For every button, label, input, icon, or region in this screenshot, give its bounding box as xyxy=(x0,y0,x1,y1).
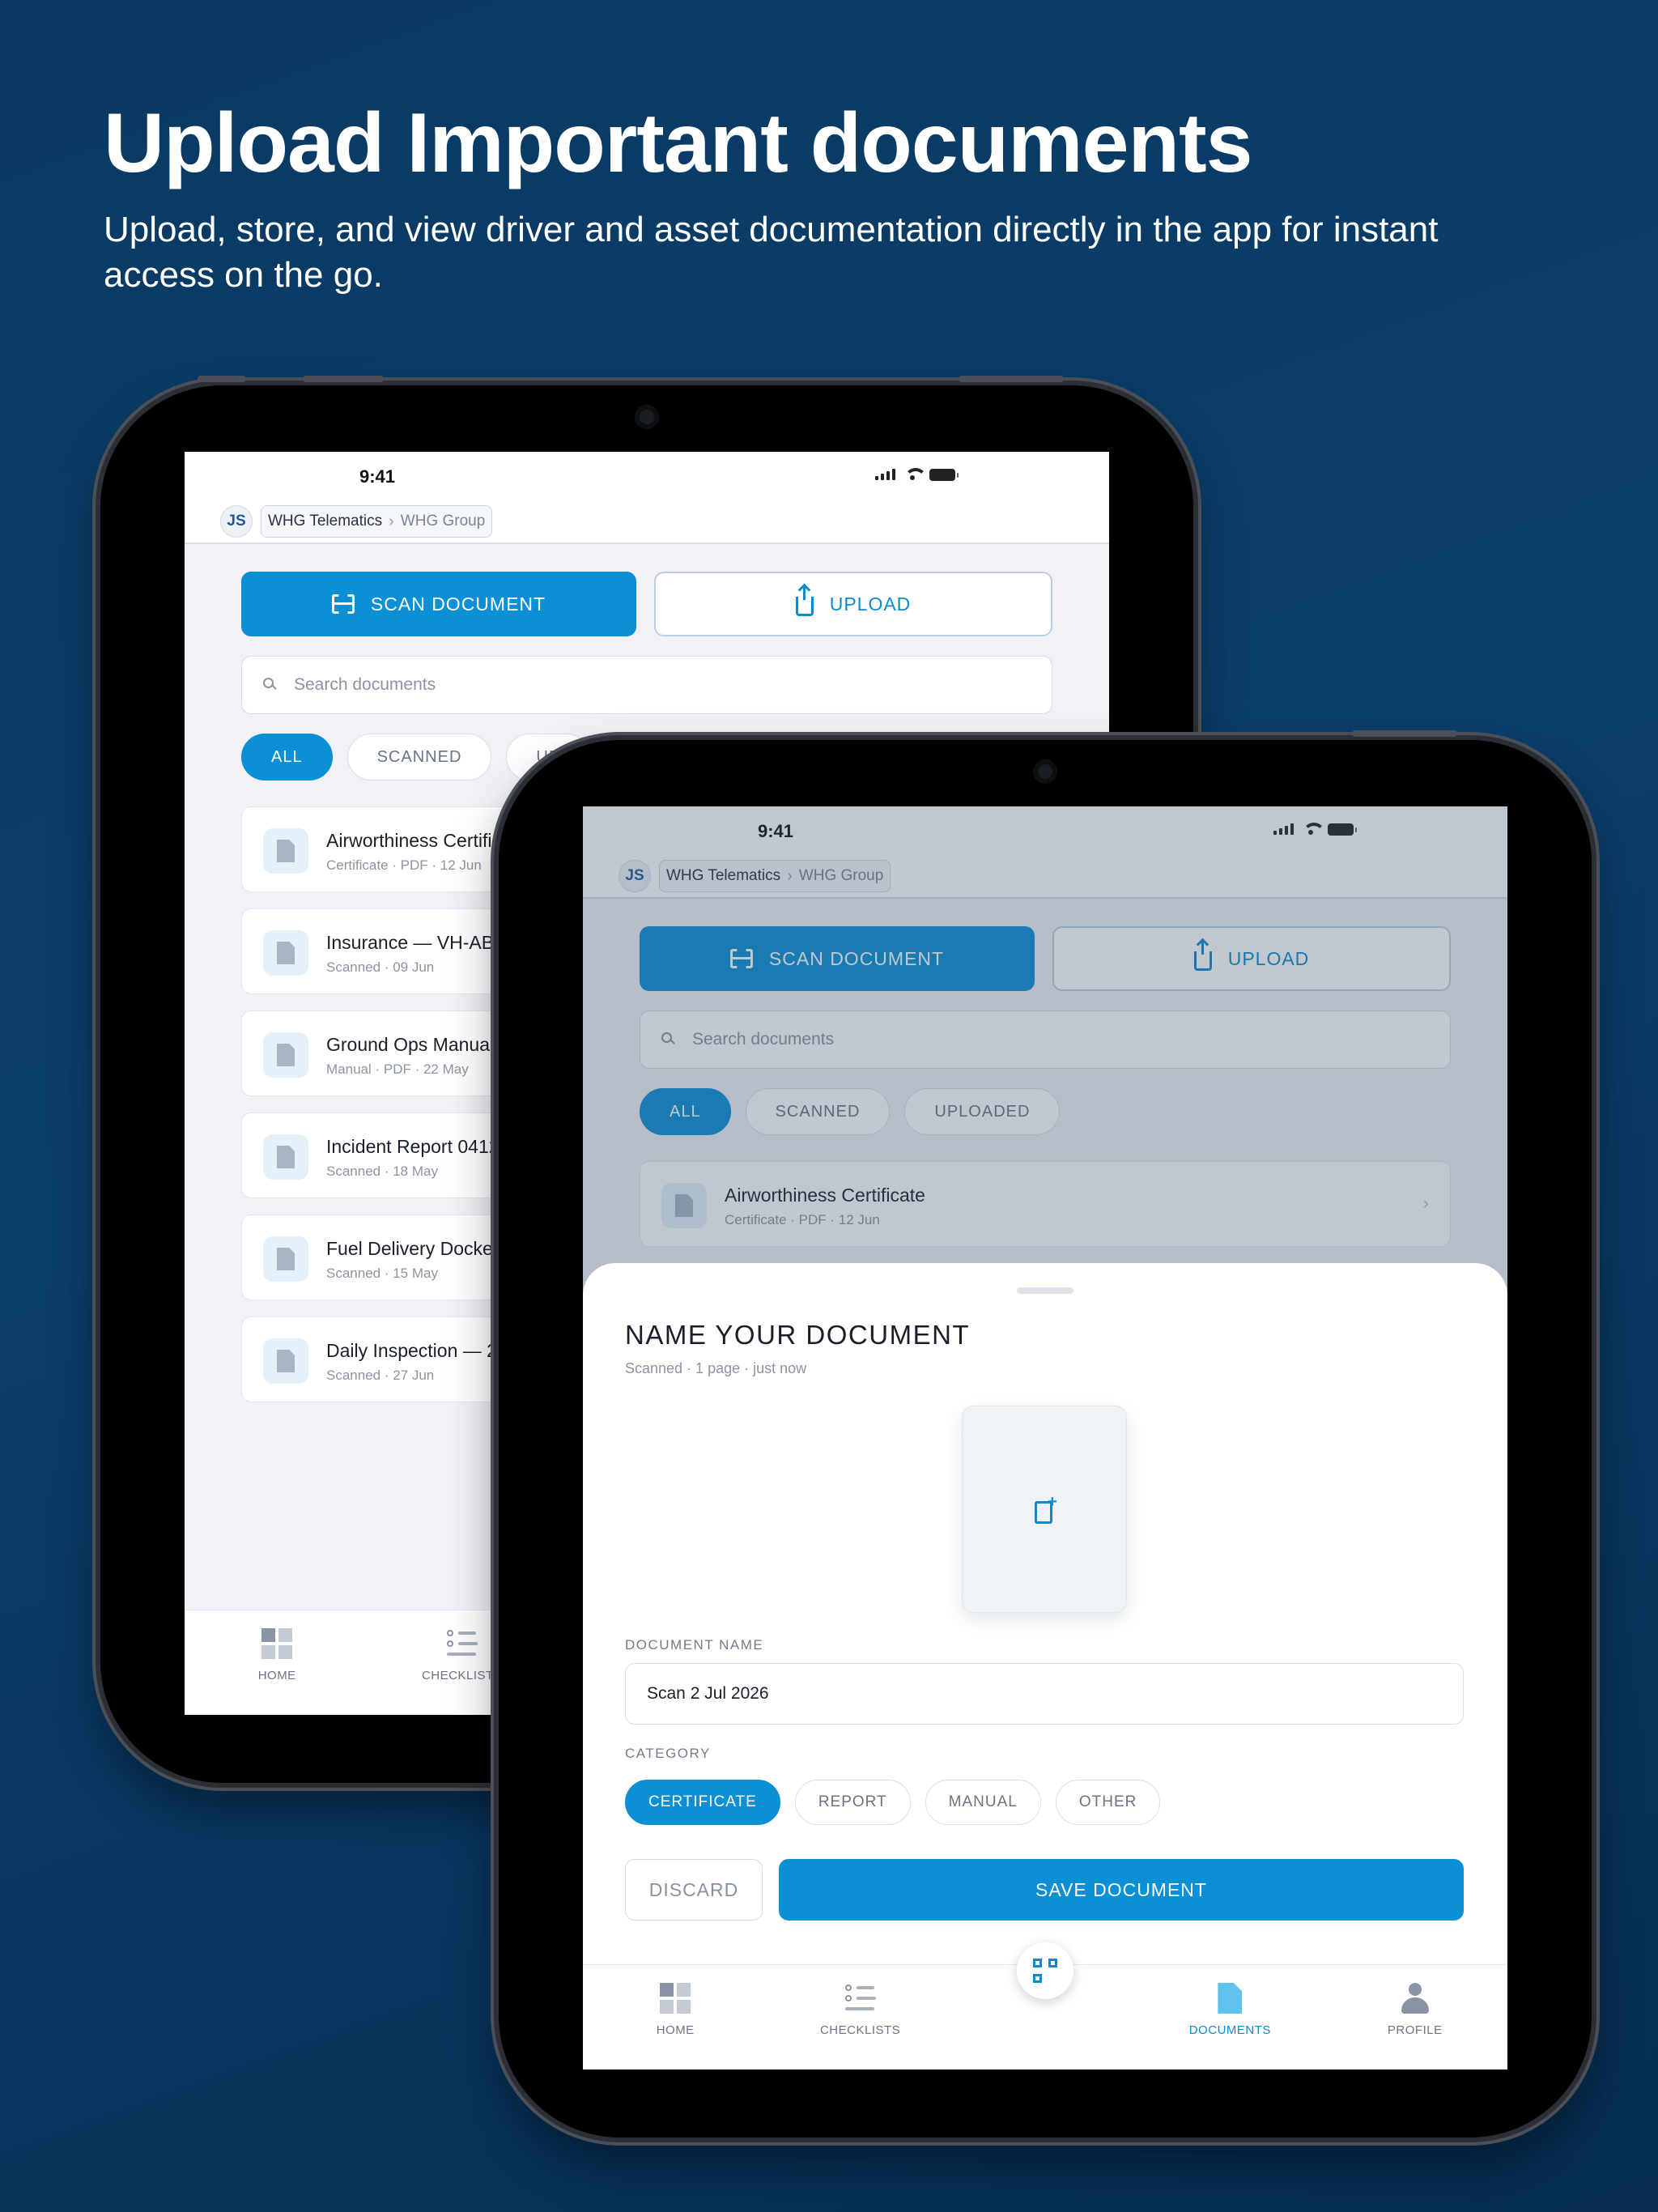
status-bar: 9:41 xyxy=(185,452,1109,499)
device-button xyxy=(303,376,384,382)
filter-all[interactable]: ALL xyxy=(241,734,333,781)
sheet-actions: DISCARD SAVE DOCUMENT xyxy=(625,1859,1464,1921)
discard-button[interactable]: DISCARD xyxy=(625,1859,763,1921)
document-meta: Manual · PDF · 22 May xyxy=(326,1061,469,1077)
system-icons xyxy=(875,468,959,481)
filter-scanned[interactable]: SCANNED xyxy=(346,734,492,781)
file-icon xyxy=(263,1338,308,1384)
document-meta: Scanned · 27 Jun xyxy=(326,1368,435,1383)
search-input[interactable]: Search documents xyxy=(241,656,1052,714)
file-icon xyxy=(263,930,308,976)
document-title: Daily Inspection — 27 xyxy=(326,1340,508,1361)
category-certificate[interactable]: CERTIFICATE xyxy=(625,1780,780,1825)
battery-icon xyxy=(929,468,959,481)
scan-icon xyxy=(332,594,355,614)
sheet-grabber[interactable] xyxy=(1017,1287,1073,1294)
breadcrumb[interactable]: WHG Telematics › WHG Group xyxy=(261,505,493,538)
tab-checklists[interactable]: CHECKLISTS xyxy=(796,1965,925,2037)
tablet-front: 9:41 JS WHG Telematics › WHG Group SCAN … xyxy=(499,730,1592,2138)
sheet-subtitle: Scanned · 1 page · just now xyxy=(625,1360,807,1376)
camera-icon xyxy=(635,405,659,429)
name-document-sheet: NAME YOUR DOCUMENT Scanned · 1 page · ju… xyxy=(583,1263,1507,1967)
breadcrumb-bar: JS WHG Telematics › WHG Group xyxy=(185,499,1109,544)
file-icon xyxy=(263,1236,308,1282)
breadcrumb-org[interactable]: WHG Telematics xyxy=(268,513,382,530)
document-name-field[interactable]: Scan 2 Jul 2026 xyxy=(625,1663,1464,1725)
checklist-icon xyxy=(446,1628,478,1659)
file-icon xyxy=(263,828,308,874)
scan-document-button[interactable]: SCAN DOCUMENT xyxy=(241,572,636,636)
sheet-title: NAME YOUR DOCUMENT xyxy=(625,1320,971,1350)
category-report[interactable]: REPORT xyxy=(794,1780,911,1825)
tab-profile-label: PROFILE xyxy=(1387,2023,1443,2037)
tab-profile[interactable]: PROFILE xyxy=(1350,1965,1480,2037)
scan-document-label: SCAN DOCUMENT xyxy=(370,593,546,615)
document-meta: Certificate · PDF · 12 Jun xyxy=(326,857,482,873)
category-other[interactable]: OTHER xyxy=(1055,1780,1161,1825)
document-title: Incident Report 0412 xyxy=(326,1136,500,1157)
document-name-label: DOCUMENT NAME xyxy=(625,1637,764,1653)
profile-icon xyxy=(1401,1983,1429,2014)
category-chips: CERTIFICATE REPORT MANUAL OTHER xyxy=(625,1780,1161,1825)
chevron-right-icon: › xyxy=(389,512,394,530)
qr-code-icon xyxy=(1033,1959,1057,1983)
home-icon xyxy=(660,1983,691,2014)
app-screen-front: 9:41 JS WHG Telematics › WHG Group SCAN … xyxy=(583,806,1507,2069)
home-icon xyxy=(261,1628,293,1659)
hero-title: Upload Important documents xyxy=(104,96,1252,190)
category-label: CATEGORY xyxy=(625,1746,711,1761)
tab-documents-label: DOCUMENTS xyxy=(1188,2023,1271,2037)
device-button xyxy=(198,376,246,382)
tab-home[interactable]: HOME xyxy=(610,1965,740,2037)
wifi-icon xyxy=(903,468,927,481)
upload-button[interactable]: UPLOAD xyxy=(654,572,1052,636)
document-title: Ground Ops Manual xyxy=(326,1034,495,1055)
signal-icon xyxy=(875,469,895,480)
search-icon xyxy=(263,678,278,692)
avatar[interactable]: JS xyxy=(220,505,253,538)
document-add-icon xyxy=(1033,1493,1057,1524)
checklist-icon xyxy=(844,1983,876,2014)
device-button xyxy=(959,376,1064,382)
status-time: 9:41 xyxy=(359,466,396,487)
document-title: Insurance — VH-ABC xyxy=(326,932,508,953)
upload-label: UPLOAD xyxy=(829,593,912,615)
document-name-value: Scan 2 Jul 2026 xyxy=(647,1684,769,1703)
document-preview[interactable] xyxy=(962,1406,1127,1613)
camera-icon xyxy=(1033,759,1057,784)
tab-bar: HOME CHECKLISTS DOCUMENTS PROFILE xyxy=(583,1942,1507,2069)
tab-documents[interactable]: DOCUMENTS xyxy=(1165,1965,1295,2037)
hero-subtitle: Upload, store, and view driver and asset… xyxy=(104,210,1439,295)
upload-icon xyxy=(795,587,814,616)
file-icon xyxy=(263,1032,308,1078)
action-row: SCAN DOCUMENT UPLOAD xyxy=(241,572,1052,636)
tab-home-label: HOME xyxy=(257,1669,296,1682)
save-document-button[interactable]: SAVE DOCUMENT xyxy=(779,1859,1464,1921)
document-title: Airworthiness Certificate xyxy=(326,830,527,851)
category-manual[interactable]: MANUAL xyxy=(925,1780,1041,1825)
document-meta: Scanned · 09 Jun xyxy=(326,959,435,975)
document-meta: Scanned · 15 May xyxy=(326,1266,438,1281)
tab-checklists-label: CHECKLISTS xyxy=(819,2023,901,2037)
file-icon xyxy=(263,1134,308,1180)
document-title: Fuel Delivery Docket xyxy=(326,1238,499,1259)
search-placeholder: Search documents xyxy=(294,675,436,694)
qr-scan-button[interactable] xyxy=(1017,1942,1073,1999)
tab-checklists-label: CHECKLISTS xyxy=(421,1669,503,1682)
tab-home-label: HOME xyxy=(656,2023,695,2037)
device-button xyxy=(1352,730,1457,737)
document-icon xyxy=(1218,1983,1243,2014)
document-meta: Scanned · 18 May xyxy=(326,1163,438,1179)
breadcrumb-group[interactable]: WHG Group xyxy=(401,513,486,530)
tab-home[interactable]: HOME xyxy=(212,1610,342,1682)
